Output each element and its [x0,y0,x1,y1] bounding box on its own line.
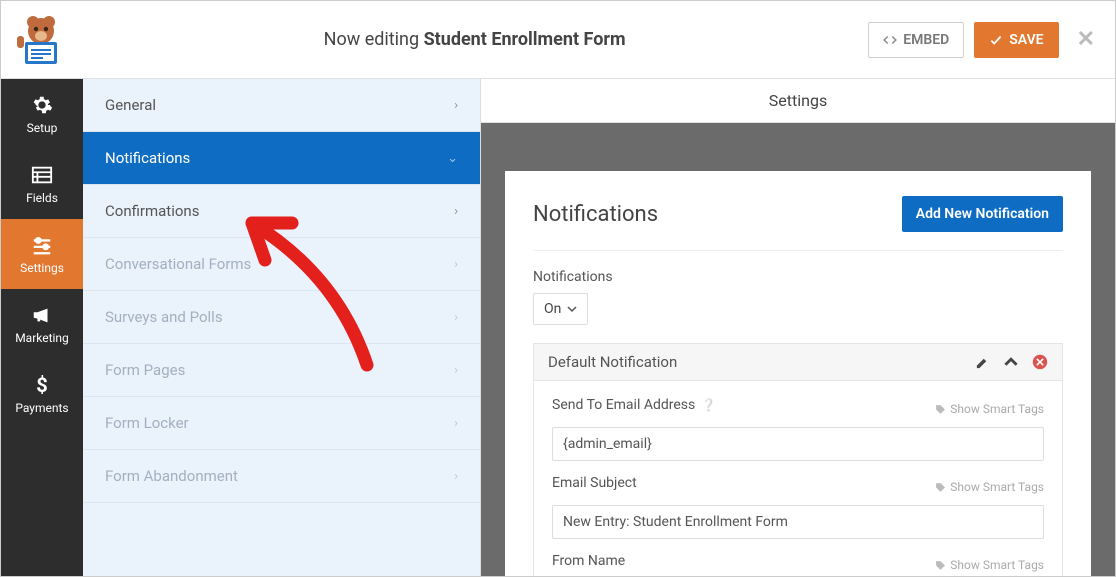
menu-item-form-pages[interactable]: Form Pages› [83,344,480,397]
nav-fields[interactable]: Fields [1,149,83,219]
gear-icon [30,93,54,117]
from-name-label: From Name [552,553,625,569]
default-notification-card: Default Notification Send To Email Addre… [533,343,1063,576]
send-to-input[interactable] [552,427,1044,461]
svg-text:$: $ [36,374,47,396]
chevron-right-icon: › [454,416,458,431]
settings-panel: General›Notifications⌄Confirmations›Conv… [83,79,481,576]
close-icon[interactable]: ✕ [1077,27,1095,52]
smart-tags-link[interactable]: Show Smart Tags [935,402,1044,416]
menu-item-surveys-and-polls[interactable]: Surveys and Polls› [83,291,480,344]
nav-settings[interactable]: Settings [1,219,83,289]
chevron-down-icon [567,304,577,314]
smart-tags-link[interactable]: Show Smart Tags [935,480,1044,494]
top-bar: Now editing Student Enrollment Form EMBE… [1,1,1115,79]
save-button[interactable]: SAVE [974,22,1058,58]
chevron-down-icon: ⌄ [447,151,458,166]
send-to-label: Send To Email Address ❔ [552,397,716,413]
dollar-icon: $ [30,373,54,397]
list-icon [30,163,54,187]
menu-item-conversational-forms[interactable]: Conversational Forms› [83,238,480,291]
sliders-icon [30,233,54,257]
chevron-up-icon[interactable] [1004,355,1018,369]
card-title: Notifications [533,202,658,227]
menu-item-notifications[interactable]: Notifications⌄ [83,132,480,185]
main-nav: Setup Fields Settings Marketing $ Paymen… [1,79,83,576]
notifications-card: Notifications Add New Notification Notif… [505,171,1091,576]
content-area: Settings Notifications Add New Notificat… [481,79,1115,576]
settings-menu[interactable]: General›Notifications⌄Confirmations›Conv… [83,79,480,576]
chevron-right-icon: › [454,469,458,484]
notification-card-title: Default Notification [548,353,677,371]
chevron-right-icon: › [454,204,458,219]
app-logo [1,1,81,79]
bullhorn-icon [30,303,54,327]
delete-icon[interactable] [1032,354,1048,370]
smart-tags-link[interactable]: Show Smart Tags [935,558,1044,572]
nav-setup[interactable]: Setup [1,79,83,149]
menu-item-confirmations[interactable]: Confirmations› [83,185,480,238]
toggle-label: Notifications [533,269,1063,285]
chevron-right-icon: › [454,257,458,272]
embed-button[interactable]: EMBED [868,22,964,58]
help-icon[interactable]: ❔ [701,398,716,412]
nav-payments[interactable]: $ Payments [1,359,83,429]
chevron-right-icon: › [454,310,458,325]
menu-item-form-abandonment[interactable]: Form Abandonment› [83,450,480,503]
subject-input[interactable] [552,505,1044,539]
nav-marketing[interactable]: Marketing [1,289,83,359]
page-title: Now editing Student Enrollment Form [81,29,868,50]
chevron-right-icon: › [454,363,458,378]
chevron-right-icon: › [454,98,458,113]
menu-item-form-locker[interactable]: Form Locker› [83,397,480,450]
subject-label: Email Subject [552,475,637,491]
notifications-toggle[interactable]: On [533,293,588,325]
content-header: Settings [481,79,1115,123]
add-notification-button[interactable]: Add New Notification [902,196,1063,232]
menu-item-general[interactable]: General› [83,79,480,132]
edit-icon[interactable] [975,355,990,370]
